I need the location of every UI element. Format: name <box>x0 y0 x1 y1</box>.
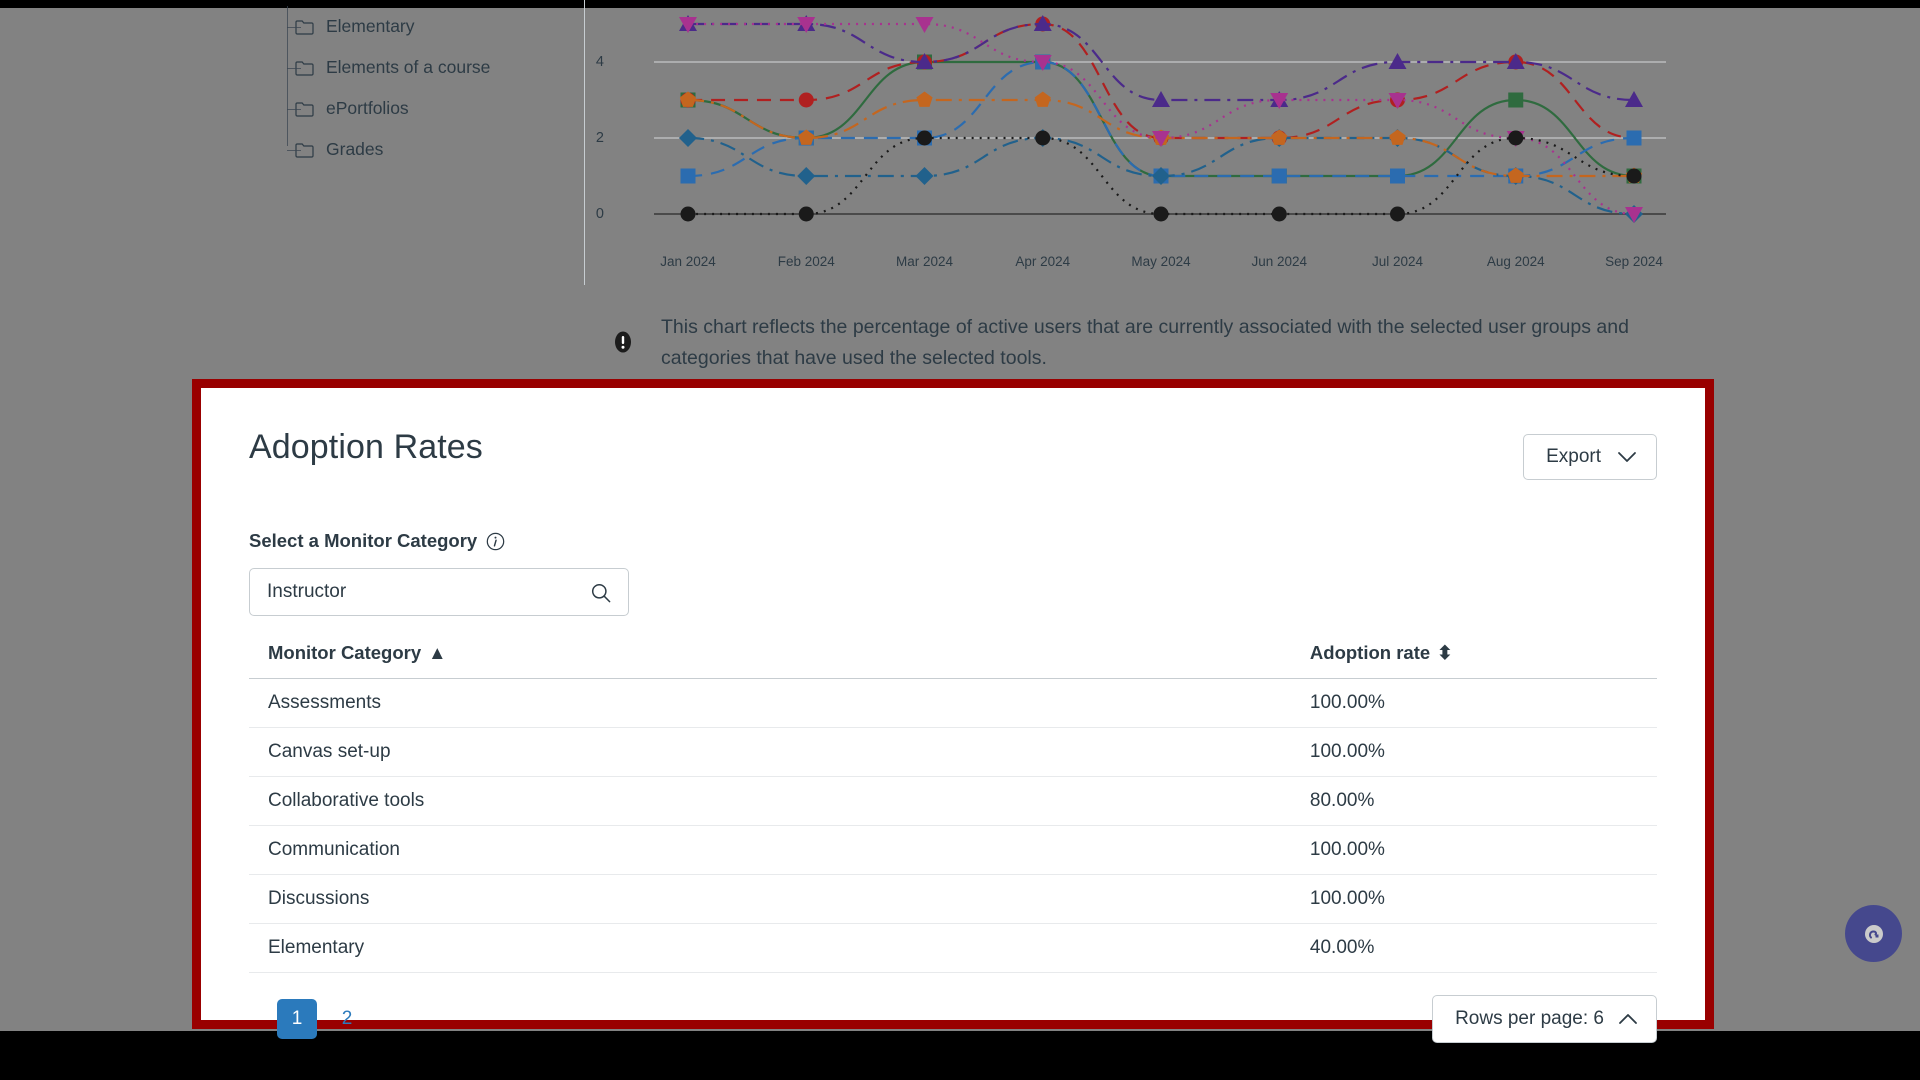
x-axis-tick-label: Jun 2024 <box>1251 254 1308 269</box>
cell-monitor-category: Communication <box>249 825 1291 875</box>
folder-icon <box>295 60 314 76</box>
tree-item-elementary[interactable]: Elementary <box>255 6 585 47</box>
alert-info-icon <box>615 331 631 353</box>
rows-per-page-button[interactable]: Rows per page: 6 <box>1432 995 1657 1043</box>
cell-monitor-category: Discussions <box>249 874 1291 924</box>
adoption-rates-highlight-frame: Adoption Rates Export Select a Monitor C… <box>192 379 1714 1043</box>
x-axis-tick-label: Aug 2024 <box>1486 254 1545 269</box>
pagination: 12 <box>249 999 367 1039</box>
x-axis-tick-label: Mar 2024 <box>895 254 954 269</box>
x-axis-tick-label: May 2024 <box>1131 254 1191 269</box>
x-axis-tick-label: Jul 2024 <box>1371 254 1424 269</box>
table-row[interactable]: Elementary 40.00% <box>249 923 1657 973</box>
adoption-line-chart: 0 2 4 Jan 2024 Feb 2024 Mar 2024 Apr 2024 May 2… <box>596 6 1666 286</box>
cell-adoption-rate: 40.00% <box>1290 923 1657 973</box>
sort-ascending-icon: ▲ <box>428 642 447 663</box>
cell-adoption-rate: 100.00% <box>1290 825 1657 875</box>
chevron-up-icon <box>1619 1014 1637 1024</box>
rows-per-page-label: Rows per page: 6 <box>1455 1008 1604 1029</box>
chart-info-text: This chart reflects the percentage of ac… <box>661 316 1629 369</box>
search-icon[interactable] <box>590 582 612 604</box>
sort-both-icon: ⬍ <box>1437 642 1453 663</box>
table-row[interactable]: Discussions 100.00% <box>249 874 1657 924</box>
table-head: Monitor Category ▲ Adoption rate ⬍ <box>249 642 1657 679</box>
cell-monitor-category: Assessments <box>249 678 1291 728</box>
cell-monitor-category: Canvas set-up <box>249 727 1291 777</box>
chart-series-series-red-circle <box>680 16 1642 146</box>
folder-icon <box>295 19 314 35</box>
chart-canvas <box>654 15 1666 223</box>
column-header-monitor-category[interactable]: Monitor Category ▲ <box>249 642 1291 679</box>
cell-adoption-rate: 100.00% <box>1290 727 1657 777</box>
search-input[interactable] <box>250 569 628 615</box>
monitor-category-label-row: Select a Monitor Category <box>249 530 1657 552</box>
card-header: Adoption Rates Export <box>249 428 1657 480</box>
cell-adoption-rate: 80.00% <box>1290 776 1657 826</box>
cell-adoption-rate: 100.00% <box>1290 874 1657 924</box>
column-header-adoption-rate[interactable]: Adoption rate ⬍ <box>1290 642 1657 679</box>
column-header-label: Monitor Category <box>268 642 422 663</box>
monitor-category-label: Select a Monitor Category <box>249 530 478 551</box>
table-footer: 12 Rows per page: 6 <box>249 995 1657 1043</box>
export-button[interactable]: Export <box>1523 434 1657 480</box>
chevron-down-icon <box>1618 452 1636 462</box>
screen: Elementary Elements of a course ePortfol… <box>0 0 1920 1080</box>
table-row[interactable]: Assessments 100.00% <box>249 678 1657 728</box>
chart-series-series-green-square <box>680 54 1642 184</box>
chart-series-series-blue-square <box>680 54 1642 184</box>
tree-item-grades[interactable]: Grades <box>255 129 585 170</box>
cell-adoption-rate: 100.00% <box>1290 678 1657 728</box>
page-button-2[interactable]: 2 <box>327 999 367 1039</box>
monitor-category-search[interactable] <box>249 568 629 616</box>
folder-tree: Elementary Elements of a course ePortfol… <box>255 6 585 170</box>
tree-item-elements-of-a-course[interactable]: Elements of a course <box>255 47 585 88</box>
chart-info-note: This chart reflects the percentage of ac… <box>612 312 1672 374</box>
info-circle-icon[interactable] <box>486 532 505 551</box>
table-header-row: Monitor Category ▲ Adoption rate ⬍ <box>249 642 1657 679</box>
tree-item-label: ePortfolios <box>326 98 409 118</box>
chart-series-series-purple-tri <box>679 15 1643 107</box>
x-axis-tick-label: Sep 2024 <box>1605 254 1663 269</box>
table-row[interactable]: Collaborative tools 80.00% <box>249 776 1657 826</box>
cell-monitor-category: Elementary <box>249 923 1291 973</box>
help-chat-icon <box>1864 924 1883 943</box>
y-axis-tick-label: 4 <box>595 54 604 70</box>
adoption-rates-table: Monitor Category ▲ Adoption rate ⬍ Assessm… <box>249 642 1657 973</box>
table-row[interactable]: Communication 100.00% <box>249 825 1657 875</box>
table-body: Assessments 100.00% Canvas set-up 100.00% Co… <box>249 678 1657 973</box>
table-row[interactable]: Canvas set-up 100.00% <box>249 727 1657 777</box>
tree-item-label: Grades <box>326 139 384 159</box>
help-chat-button[interactable] <box>1845 905 1902 962</box>
column-header-label: Adoption rate <box>1309 642 1431 663</box>
x-axis-tick-label: Jan 2024 <box>660 254 716 269</box>
tree-item-label: Elementary <box>326 16 415 36</box>
y-axis-tick-label: 0 <box>595 206 604 222</box>
page-button-1[interactable]: 1 <box>277 999 317 1039</box>
chart-series-series-magenta-tri <box>679 17 1643 223</box>
folder-icon <box>295 101 314 117</box>
export-button-label: Export <box>1546 446 1601 467</box>
cell-monitor-category: Collaborative tools <box>249 776 1291 826</box>
y-axis-tick-label: 2 <box>595 130 604 146</box>
page-title: Adoption Rates <box>249 428 483 466</box>
x-axis-tick-label: Apr 2024 <box>1015 254 1071 269</box>
tree-item-eportfolios[interactable]: ePortfolios <box>255 88 585 129</box>
tree-item-label: Elements of a course <box>326 57 491 77</box>
adoption-rates-card: Adoption Rates Export Select a Monitor C… <box>201 388 1705 1043</box>
x-axis-tick-label: Feb 2024 <box>777 254 835 269</box>
folder-icon <box>295 142 314 158</box>
